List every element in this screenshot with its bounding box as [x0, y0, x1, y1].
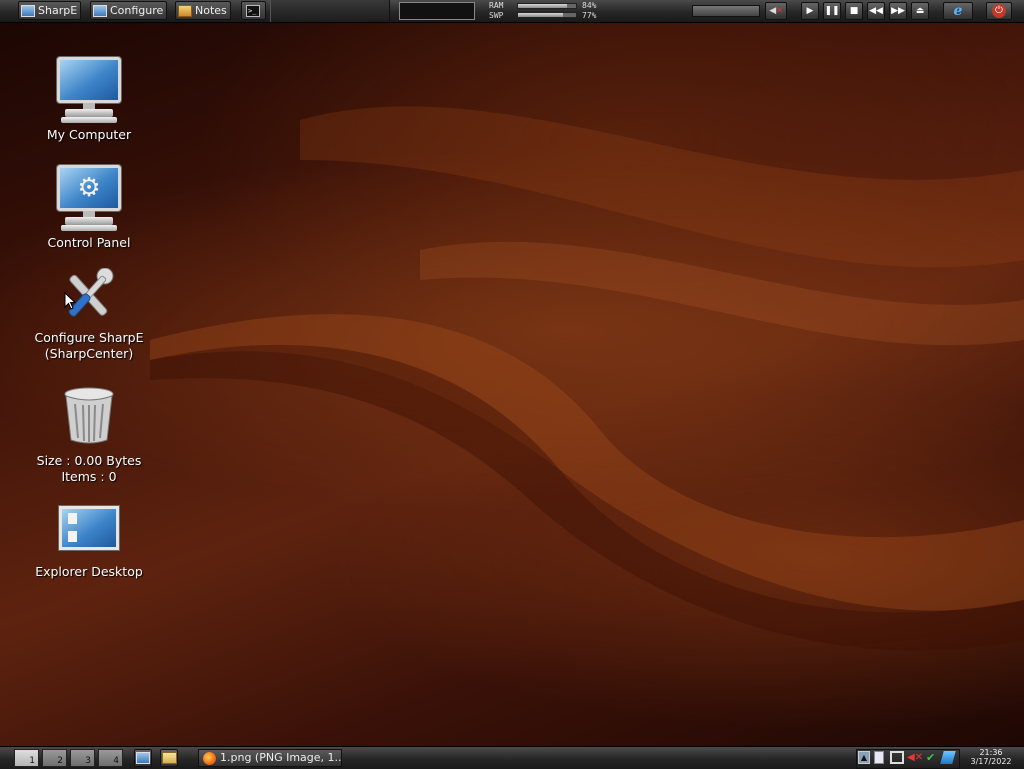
player-button[interactable]: ⏏: [911, 2, 929, 20]
show-desktop-button[interactable]: [134, 749, 152, 767]
taskbar-item-label: 1.png (PNG Image, 1...: [220, 751, 342, 764]
notes-button[interactable]: Notes: [175, 1, 231, 20]
volume-muted-icon[interactable]: ◀✕: [907, 751, 923, 764]
document-icon[interactable]: [874, 751, 884, 764]
quick-launch-input[interactable]: [399, 2, 475, 20]
swap-meter: [517, 12, 577, 18]
speaker-muted-icon: ◀✕: [769, 6, 783, 16]
power-button[interactable]: ⏻: [986, 2, 1012, 20]
recycle-bin-icon: [64, 387, 114, 444]
top-bar: SharpE Configure Notes >_ RAM 84% SWP 77…: [0, 0, 1024, 23]
desktop-icon-configure-sharpe[interactable]: Configure SharpE (SharpCenter): [24, 268, 154, 362]
eject-icon: ⏏: [915, 6, 925, 16]
monitor-icon: [21, 4, 35, 17]
desktop-icon-recycle-bin[interactable]: Size : 0.00 Bytes Items : 0: [24, 386, 154, 485]
pause-icon: ❚❚: [824, 6, 840, 16]
stop-button[interactable]: ■: [845, 2, 863, 20]
play-icon: ▶: [806, 6, 814, 16]
workspace-number: 4: [113, 756, 119, 766]
workspace-number: 2: [57, 756, 63, 766]
browser-launch-button[interactable]: e: [943, 2, 973, 20]
previous-button[interactable]: ◀◀: [867, 2, 885, 20]
notes-icon: [178, 4, 192, 17]
desktop-icon-label: Explorer Desktop: [35, 564, 143, 579]
pause-button[interactable]: ❚❚: [823, 2, 841, 20]
computer-icon: [57, 57, 121, 127]
security-icon[interactable]: ✔: [926, 751, 939, 764]
previous-icon: ◀◀: [869, 6, 883, 16]
folder-icon: [161, 752, 177, 764]
gear-icon: ⚙: [77, 173, 101, 203]
tray-expand-icon[interactable]: ▲: [858, 751, 870, 764]
power-icon: ⏻: [992, 4, 1006, 18]
ram-percent: 84%: [582, 1, 597, 10]
workspace-1-button[interactable]: 1: [14, 749, 39, 767]
file-manager-button[interactable]: [160, 749, 178, 767]
desktop-icon-label: Configure SharpE (SharpCenter): [34, 330, 144, 361]
desktop-icon-label: My Computer: [46, 127, 132, 142]
ram-meter: [517, 3, 577, 9]
stop-icon: ■: [849, 6, 859, 16]
workspace-number: 1: [29, 756, 35, 766]
clock[interactable]: 21:36 3/17/2022: [964, 748, 1018, 766]
workspace-3-button[interactable]: 3: [70, 749, 95, 767]
workspace-number: 3: [85, 756, 91, 766]
terminal-icon: >_: [246, 4, 260, 17]
mute-button[interactable]: ◀✕: [765, 2, 787, 20]
swap-percent: 77%: [582, 11, 597, 20]
network-icon[interactable]: [890, 751, 904, 764]
bottom-bar: 1 2 3 4 1.png (PNG Image, 1... ▲ ◀✕ ✔ 21…: [0, 746, 1024, 769]
explorer-desktop-icon: [59, 506, 119, 550]
clock-time: 21:36: [979, 748, 1003, 757]
desktop-icon-my-computer[interactable]: My Computer: [24, 57, 154, 143]
sharpe-menu-button[interactable]: SharpE: [18, 1, 82, 20]
configure-label: Configure: [110, 4, 164, 17]
workspace-4-button[interactable]: 4: [98, 749, 123, 767]
desktop-icon-explorer-desktop[interactable]: Explorer Desktop: [24, 506, 154, 580]
ram-label: RAM: [489, 1, 504, 10]
firefox-icon: [203, 751, 216, 765]
taskbar-item-firefox[interactable]: 1.png (PNG Image, 1...: [198, 749, 342, 767]
terminal-button[interactable]: >_: [241, 1, 266, 20]
workspace-2-button[interactable]: 2: [42, 749, 67, 767]
internet-explorer-icon: e: [953, 3, 963, 19]
volume-slider[interactable]: [692, 5, 760, 17]
next-button[interactable]: ▶▶: [889, 2, 907, 20]
monitor-icon: [93, 4, 107, 17]
notes-label: Notes: [195, 4, 227, 17]
next-icon: ▶▶: [891, 6, 905, 16]
desktop-icon-label: Control Panel: [47, 235, 131, 250]
mouse-cursor-icon: [64, 292, 76, 310]
clock-date: 3/17/2022: [970, 757, 1012, 766]
control-panel-icon: ⚙: [57, 165, 121, 235]
play-button[interactable]: ▶: [801, 2, 819, 20]
sharpe-menu-label: SharpE: [38, 4, 78, 17]
recycle-bin-status: Size : 0.00 Bytes Items : 0: [36, 453, 142, 484]
swap-label: SWP: [489, 11, 504, 20]
bar-spacer: [270, 0, 390, 22]
desktop-icon: [136, 752, 150, 764]
desktop-icon-control-panel[interactable]: ⚙ Control Panel: [24, 165, 154, 251]
configure-button[interactable]: Configure: [90, 1, 168, 20]
